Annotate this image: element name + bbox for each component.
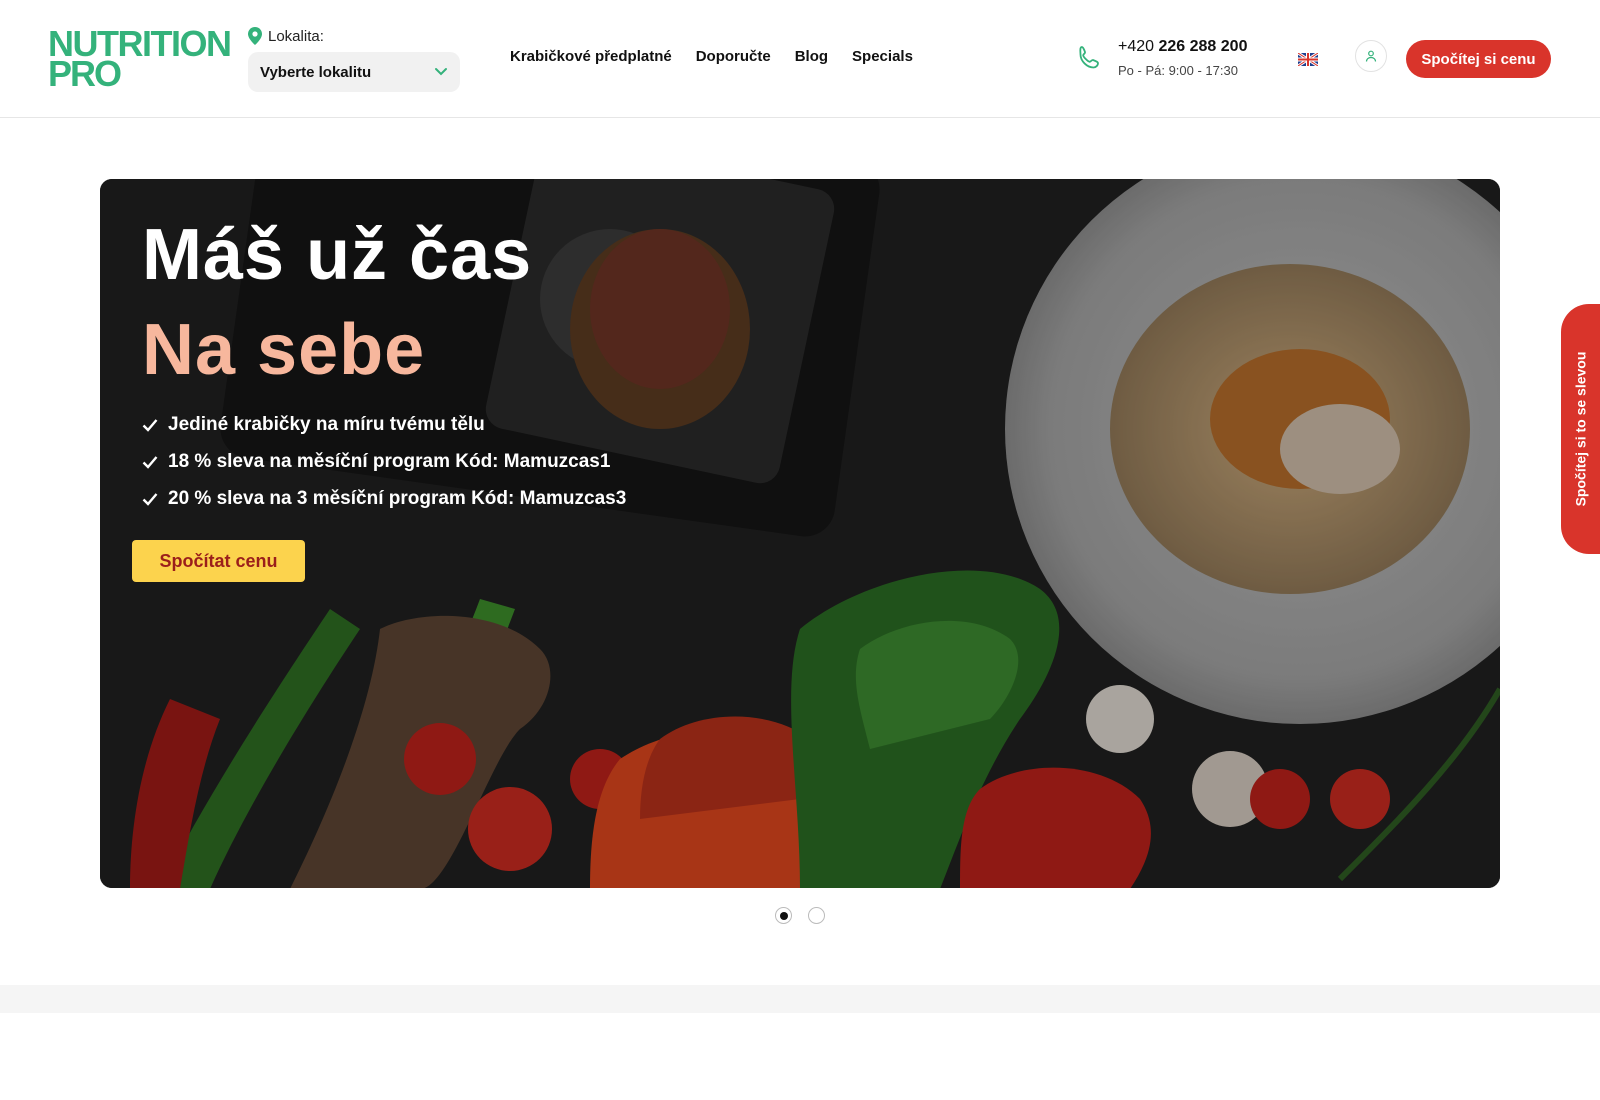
location-pin-icon — [248, 27, 262, 45]
nav-item-specials[interactable]: Specials — [852, 48, 913, 65]
check-icon — [142, 492, 158, 506]
location-select[interactable]: Vyberte lokalitu — [248, 52, 460, 92]
benefit-text: Jediné krabičky na míru tvému tělu — [168, 413, 485, 435]
side-tab-label: Spočítej si to se slevou — [1572, 351, 1589, 507]
phone-icon[interactable] — [1076, 44, 1104, 72]
phone-number[interactable]: +420 226 288 200 — [1118, 38, 1247, 56]
calculate-price-button[interactable]: Spočítej si cenu — [1406, 40, 1551, 78]
location-select-value: Vyberte lokalitu — [260, 63, 372, 81]
site-header: NUTRITION PRO Lokalita: Vyberte lokalitu… — [0, 0, 1600, 118]
chevron-down-icon — [435, 68, 447, 76]
account-button[interactable] — [1355, 40, 1387, 72]
carousel-dot-2[interactable] — [808, 907, 825, 924]
opening-hours: Po - Pá: 9:00 - 17:30 — [1118, 63, 1238, 78]
logo-line-2: PRO — [48, 53, 122, 94]
benefit-item: 18 % sleva na měsíční program Kód: Mamuz… — [142, 443, 626, 480]
hero-title-line-1: Máš už čas — [142, 215, 533, 295]
uk-flag-icon[interactable] — [1298, 53, 1318, 66]
check-icon — [142, 455, 158, 469]
hero-title-line-2: Na sebe — [142, 310, 426, 390]
benefit-text: 18 % sleva na měsíční program Kód: Mamuz… — [168, 450, 611, 472]
phone-prefix: +420 — [1118, 38, 1159, 55]
nav-item-recommend[interactable]: Doporučte — [696, 48, 771, 65]
nav-item-blog[interactable]: Blog — [795, 48, 828, 65]
section-divider — [0, 985, 1600, 1013]
phone-digits: 226 288 200 — [1158, 38, 1248, 55]
benefit-item: 20 % sleva na 3 měsíční program Kód: Mam… — [142, 480, 626, 517]
benefit-text: 20 % sleva na 3 měsíční program Kód: Mam… — [168, 487, 627, 509]
carousel-dot-1[interactable] — [775, 907, 792, 924]
check-icon — [142, 418, 158, 432]
logo[interactable]: NUTRITION PRO — [48, 26, 232, 92]
location-label: Lokalita: — [268, 27, 324, 45]
carousel-dots — [775, 907, 825, 924]
main-nav: Krabičkové předplatné Doporučte Blog Spe… — [510, 48, 913, 65]
benefit-item: Jediné krabičky na míru tvému tělu — [142, 406, 626, 443]
discount-side-tab[interactable]: Spočítej si to se slevou — [1561, 304, 1600, 554]
user-icon — [1365, 50, 1377, 62]
location-label-group: Lokalita: — [248, 26, 324, 46]
nav-item-subscription[interactable]: Krabičkové předplatné — [510, 48, 672, 65]
hero-benefits-list: Jediné krabičky na míru tvému tělu 18 % … — [142, 406, 626, 517]
hero-calculate-price-button[interactable]: Spočítat cenu — [132, 540, 305, 582]
